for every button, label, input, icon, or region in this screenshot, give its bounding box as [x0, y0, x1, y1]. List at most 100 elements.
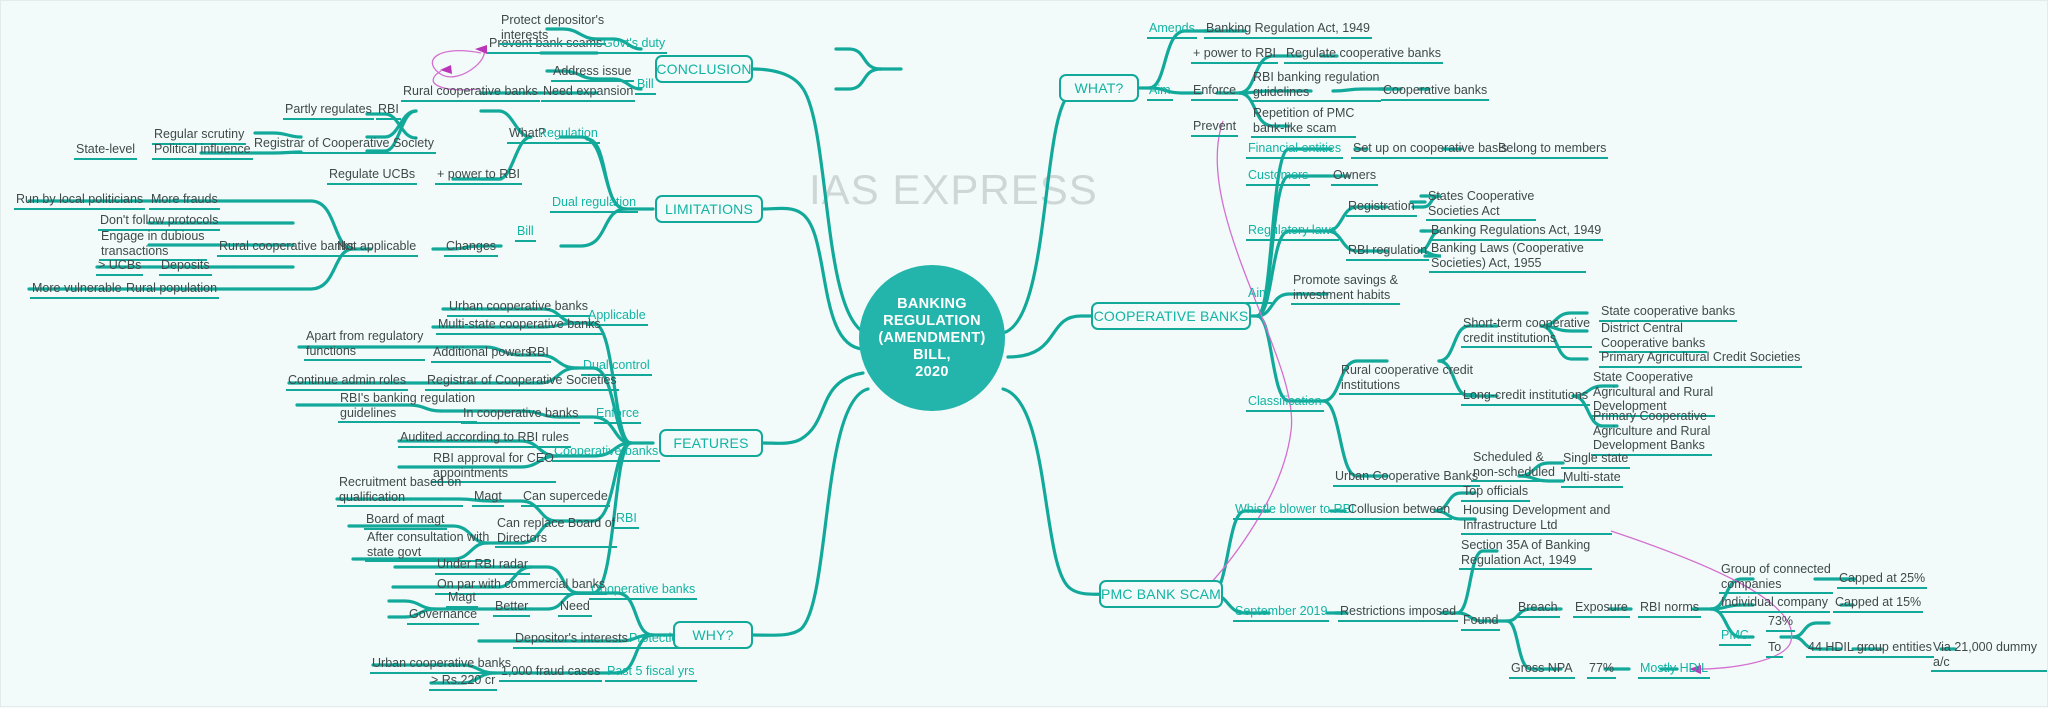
node-additional-powers[interactable]: Additional powers	[431, 345, 534, 363]
node-under-rbi-radar[interactable]: Under RBI radar	[435, 557, 531, 575]
node-registrar-of-cooperative-societies[interactable]: Registrar of Cooperative Societies	[425, 373, 619, 391]
node-collusion-between[interactable]: Collusion between	[1346, 502, 1453, 520]
node-why-magt[interactable]: Magt	[446, 590, 478, 608]
node-registrar-of-cooperative-society[interactable]: Registrar of Cooperative Society	[252, 136, 436, 154]
node-gt-ucbs[interactable]: > UCBs	[96, 258, 144, 276]
branch-why[interactable]: WHY?	[673, 621, 753, 649]
node-capped-at-25[interactable]: Capped at 25%	[1837, 571, 1928, 589]
branch-features[interactable]: FEATURES	[659, 429, 763, 457]
node-more-frauds[interactable]: More frauds	[149, 192, 220, 210]
node-classification[interactable]: Classification	[1246, 394, 1324, 412]
node-capped-at-15[interactable]: Capped at 15%	[1833, 595, 1924, 613]
node-conclusion-rural-cooperative-banks[interactable]: Rural cooperative banks	[401, 84, 540, 102]
node-restrictions-imposed[interactable]: Restrictions imposed	[1338, 604, 1459, 622]
node-urban-cooperative-banks[interactable]: Urban Cooperative Banks	[1333, 469, 1481, 487]
node-features-urban-cooperative-banks[interactable]: Urban cooperative banks	[447, 299, 590, 317]
node-limitations-rbi[interactable]: RBI	[376, 102, 401, 120]
node-customers[interactable]: Customers	[1246, 168, 1311, 186]
node-features-enforce[interactable]: Enforce	[594, 406, 642, 424]
node-dont-follow-protocols[interactable]: Don't follow protocols	[98, 213, 221, 231]
branch-limitations[interactable]: LIMITATIONS	[655, 195, 763, 223]
node-primary-cooperative-agriculture-and-rural-development-banks[interactable]: Primary Cooperative Agriculture and Rura…	[1591, 409, 1713, 456]
node-multi-state-cooperative-banks[interactable]: Multi-state cooperative banks	[436, 317, 603, 335]
node-rbi-norms[interactable]: RBI norms	[1638, 600, 1702, 618]
node-fraud-cases[interactable]: 1,000 fraud cases	[499, 664, 603, 682]
node-long-credit-institutions[interactable]: Long-credit institutions	[1461, 388, 1591, 406]
node-address-issue[interactable]: Address issue	[551, 64, 634, 82]
node-cooperative-banks-aim[interactable]: Aim	[1246, 286, 1272, 304]
node-primary-agricultural-credit-societies[interactable]: Primary Agricultural Credit Societies	[1599, 350, 1803, 368]
node-section-35a-of-banking-regulation-act-1949[interactable]: Section 35A of Banking Regulation Act, 1…	[1459, 538, 1593, 570]
node-engage-in-dubious-transactions[interactable]: Engage in dubious transactions	[99, 229, 207, 261]
node-run-by-local-politicians[interactable]: Run by local politicians	[14, 192, 146, 210]
node-continue-admin-roles[interactable]: Continue admin roles	[286, 373, 409, 391]
node-breach[interactable]: Breach	[1516, 600, 1560, 618]
node-changes[interactable]: Changes	[444, 239, 499, 257]
node-rbis-banking-regulation-guidelines[interactable]: RBI's banking regulation guidelines	[338, 391, 478, 423]
node-state-cooperative-banks[interactable]: State cooperative banks	[1599, 304, 1738, 322]
node-regulate-ucbs[interactable]: Regulate UCBs	[327, 167, 418, 185]
node-hdil-group-entities[interactable]: 44 HDIL group entities	[1806, 640, 1934, 658]
node-audited-according-to-rbi-rules[interactable]: Audited according to RBI rules	[398, 430, 571, 448]
branch-pmc-bank-scam[interactable]: PMC BANK SCAM	[1099, 580, 1223, 608]
node-belong-to-members[interactable]: Belong to members	[1496, 141, 1609, 159]
node-promote-savings-investment-habits[interactable]: Promote savings & investment habits	[1291, 273, 1400, 305]
node-governance[interactable]: Governance	[407, 607, 480, 625]
node-features-magt[interactable]: Magt	[472, 489, 504, 507]
node-power-to-rbi[interactable]: + power to RBI	[435, 167, 523, 185]
node-states-cooperative-societies-act[interactable]: States Cooperative Societies Act	[1426, 189, 1537, 221]
node-govts-duty[interactable]: Govt's duty	[601, 36, 668, 54]
node-group-of-connected-companies[interactable]: Group of connected companies	[1719, 562, 1833, 594]
node-multi-state[interactable]: Multi-state	[1561, 470, 1623, 488]
node-mostly-hdil[interactable]: Mostly HDIL	[1638, 661, 1711, 679]
node-depositors-interests[interactable]: Depositor's interests	[513, 631, 630, 649]
node-apart-from-regulatory-functions[interactable]: Apart from regulatory functions	[304, 329, 426, 361]
node-what-cooperative-banks[interactable]: Cooperative banks	[1381, 83, 1490, 101]
node-limitations-what[interactable]: What?	[507, 126, 548, 144]
node-dual-regulation[interactable]: Dual regulation	[550, 195, 639, 213]
node-registration[interactable]: Registration	[1346, 199, 1417, 217]
node-why-urban-cooperative-banks[interactable]: Urban cooperative banks	[370, 656, 513, 674]
node-housing-development-and-infrastructure-ltd[interactable]: Housing Development and Infrastructure L…	[1461, 503, 1613, 535]
node-need-expansion[interactable]: Need expansion	[541, 84, 636, 102]
node-set-up-on-cooperative-basis[interactable]: Set up on cooperative basis	[1351, 141, 1510, 159]
node-individual-company[interactable]: Individual company	[1719, 595, 1831, 613]
node-limitations-rural-cooperative-banks[interactable]: Rural cooperative banks	[217, 239, 356, 257]
node-owners[interactable]: Owners	[1331, 168, 1379, 186]
node-state-level[interactable]: State-level	[74, 142, 138, 160]
node-board-of-magt[interactable]: Board of magt	[364, 512, 447, 530]
node-what-enforce[interactable]: Enforce	[1191, 83, 1239, 101]
node-scheduled-non-scheduled[interactable]: Scheduled & non-scheduled	[1471, 450, 1558, 482]
node-rbi-banking-regulation-guidelines[interactable]: RBI banking regulation guidelines	[1251, 70, 1382, 102]
node-repetition-of-pmc-bank-like-scam[interactable]: Repetition of PMC bank-like scam	[1251, 106, 1357, 138]
node-amends[interactable]: Amends	[1147, 21, 1197, 39]
node-september-2019[interactable]: September 2019	[1233, 604, 1330, 622]
node-more-vulnerable[interactable]: More vulnerable	[30, 281, 124, 299]
node-deposits[interactable]: Deposits	[159, 258, 212, 276]
node-banking-regulation-act-1949[interactable]: Banking Regulation Act, 1949	[1204, 21, 1373, 39]
node-rbi-regulation[interactable]: RBI regulation	[1346, 243, 1430, 261]
node-gross-npa[interactable]: Gross NPA	[1509, 661, 1575, 679]
node-single-state[interactable]: Single state	[1561, 451, 1631, 469]
node-top-officials[interactable]: Top officials	[1461, 484, 1531, 502]
node-exposure[interactable]: Exposure	[1573, 600, 1630, 618]
node-better[interactable]: Better	[493, 599, 531, 617]
node-conclusion-bill[interactable]: Bill	[635, 77, 656, 95]
node-to[interactable]: To	[1766, 640, 1784, 658]
node-gt-rs-220-cr[interactable]: > Rs.220 cr	[429, 673, 498, 691]
node-aim[interactable]: Aim	[1147, 83, 1173, 101]
node-whistle-blower-to-rbi[interactable]: Whistle blower to RBI	[1233, 502, 1357, 520]
node-banking-laws-cooperative-societies-act-1955[interactable]: Banking Laws (Cooperative Societies) Act…	[1429, 241, 1586, 273]
node-what-power-to-rbi[interactable]: + power to RBI	[1191, 46, 1279, 64]
node-protect-depositors-interests[interactable]: Protect depositor's interests	[499, 13, 607, 45]
node-rural-population[interactable]: Rural population	[124, 281, 220, 299]
node-limitations-bill[interactable]: Bill	[515, 224, 536, 242]
node-can-supercede[interactable]: Can supercede	[521, 489, 610, 507]
node-regulatory-laws[interactable]: Regulatory laws	[1246, 223, 1339, 241]
node-short-term-cooperative-credit-institutions[interactable]: Short-term cooperative credit institutio…	[1461, 316, 1593, 348]
node-prevent[interactable]: Prevent	[1191, 119, 1239, 137]
branch-cooperative-banks[interactable]: COOPERATIVE BANKS	[1091, 302, 1251, 330]
node-why-need[interactable]: Need	[558, 599, 592, 617]
branch-what[interactable]: WHAT?	[1059, 74, 1139, 102]
node-banking-regulations-act-1949[interactable]: Banking Regulations Act, 1949	[1429, 223, 1604, 241]
